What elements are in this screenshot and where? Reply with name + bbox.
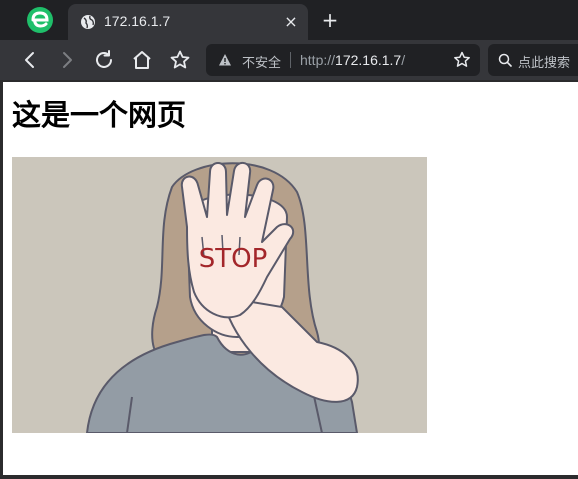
- search-placeholder: 点此搜索: [518, 56, 571, 71]
- tab-close-icon[interactable]: ×: [282, 13, 300, 31]
- search-icon: [498, 53, 512, 67]
- page-content: 这是一个网页 STOP: [3, 82, 578, 475]
- new-tab-button[interactable]: +: [320, 10, 340, 31]
- globe-icon: [81, 15, 95, 29]
- active-tab[interactable]: 172.16.1.7 ×: [68, 4, 308, 40]
- stop-hand-illustration: STOP: [12, 157, 427, 433]
- warning-icon[interactable]: [218, 53, 232, 67]
- url-path: /: [401, 52, 406, 68]
- separator: [290, 52, 291, 68]
- browser-logo-icon[interactable]: [26, 6, 54, 34]
- tab-strip: 172.16.1.7 × +: [0, 0, 578, 40]
- url-host: 172.16.1.7: [335, 52, 402, 68]
- toolbar: 不安全 http://172.16.1.7/ 点此搜索: [0, 40, 578, 80]
- home-icon[interactable]: [130, 48, 154, 72]
- page-heading: 这是一个网页: [12, 98, 187, 132]
- search-box[interactable]: 点此搜索: [488, 44, 578, 76]
- reload-icon[interactable]: [92, 48, 116, 72]
- url-text[interactable]: http://172.16.1.7/: [300, 52, 405, 68]
- forward-icon[interactable]: [55, 48, 79, 72]
- address-bar[interactable]: 不安全 http://172.16.1.7/: [206, 44, 480, 76]
- url-scheme: http://: [300, 52, 336, 68]
- stop-text: STOP: [199, 244, 268, 274]
- security-label[interactable]: 不安全: [242, 52, 281, 71]
- tab-title: 172.16.1.7: [104, 13, 171, 29]
- back-icon[interactable]: [18, 48, 42, 72]
- favorite-star-icon[interactable]: [452, 50, 472, 70]
- bookmark-star-icon[interactable]: [168, 48, 192, 72]
